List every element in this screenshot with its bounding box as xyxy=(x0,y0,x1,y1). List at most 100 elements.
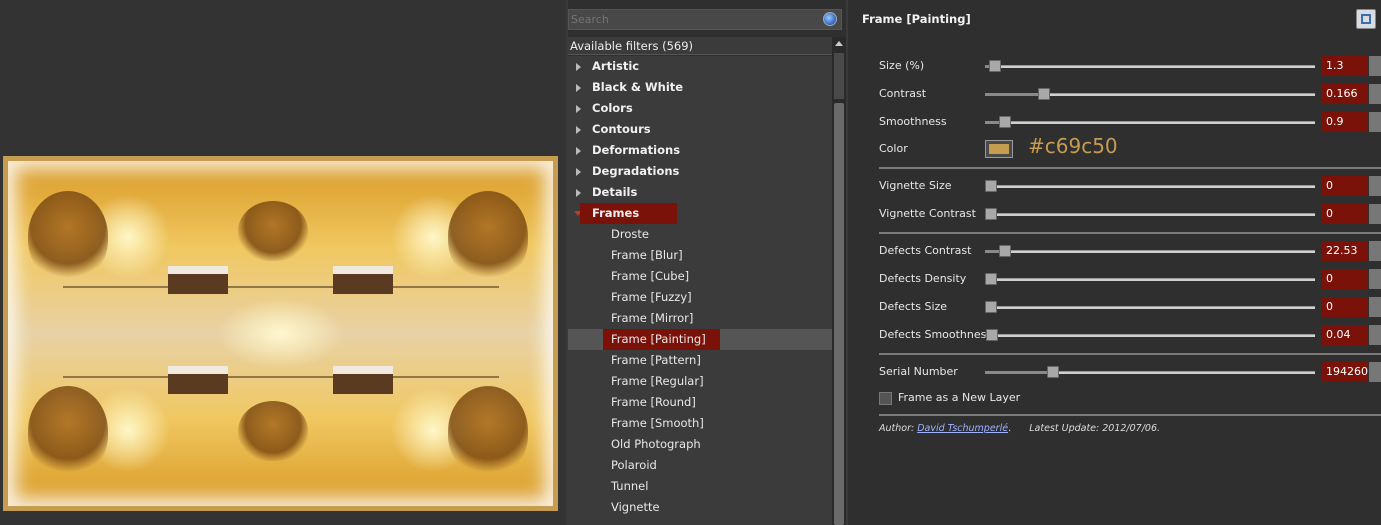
contrast-value-field[interactable]: 0.166 xyxy=(1322,84,1368,104)
size-value-field[interactable]: 1.3 xyxy=(1322,56,1368,76)
spinbox-arrows-icon[interactable] xyxy=(1369,84,1381,104)
param-color: Color #c69c50 xyxy=(848,134,1381,160)
preview-image xyxy=(8,161,553,506)
size-slider[interactable] xyxy=(985,60,1315,72)
smoothness-value-field[interactable]: 0.9 xyxy=(1322,112,1368,132)
slider-handle[interactable] xyxy=(985,180,997,192)
triangle-right-icon[interactable] xyxy=(576,63,581,71)
slider-handle[interactable] xyxy=(999,245,1011,257)
scrollbar-thumb[interactable] xyxy=(834,103,844,525)
filter-title: Frame [Painting] xyxy=(862,12,971,26)
filter-item-frame-cube[interactable]: Frame [Cube] xyxy=(568,266,832,287)
spinbox-arrows-icon[interactable] xyxy=(1369,204,1381,224)
defects-size-slider[interactable] xyxy=(985,301,1315,313)
category-degradations[interactable]: Degradations xyxy=(568,161,832,182)
filter-item-frame-painting[interactable]: Frame [Painting] xyxy=(568,329,832,350)
param-label: Serial Number xyxy=(879,365,958,378)
filters-list-header[interactable]: Available filters (569) xyxy=(568,37,832,55)
filter-item-frame-blur[interactable]: Frame [Blur] xyxy=(568,245,832,266)
filter-item-tunnel[interactable]: Tunnel xyxy=(568,476,832,497)
category-colors[interactable]: Colors xyxy=(568,98,832,119)
serial-number-slider[interactable] xyxy=(985,366,1315,378)
vignette-size-slider[interactable] xyxy=(985,180,1315,192)
triangle-right-icon[interactable] xyxy=(576,147,581,155)
filter-item-droste[interactable]: Droste xyxy=(568,224,832,245)
preview-image-frame xyxy=(3,156,558,511)
separator xyxy=(879,167,1381,169)
category-frames[interactable]: Frames xyxy=(568,203,832,224)
spinbox-arrows-icon[interactable] xyxy=(1369,56,1381,76)
defects-smoothness-slider[interactable] xyxy=(985,329,1315,341)
filter-item-frame-fuzzy[interactable]: Frame [Fuzzy] xyxy=(568,287,832,308)
category-details[interactable]: Details xyxy=(568,182,832,203)
search-box xyxy=(568,9,842,30)
triangle-right-icon[interactable] xyxy=(576,168,581,176)
category-contours[interactable]: Contours xyxy=(568,119,832,140)
spinbox-arrows-icon[interactable] xyxy=(1369,362,1381,382)
scroll-up-arrow-icon[interactable] xyxy=(834,39,844,49)
param-label: Defects Size xyxy=(879,300,948,313)
triangle-right-icon[interactable] xyxy=(576,126,581,134)
defects-size-value-field[interactable]: 0 xyxy=(1322,297,1368,317)
search-input[interactable] xyxy=(569,10,819,29)
spinbox-arrows-icon[interactable] xyxy=(1369,269,1381,289)
param-label: Vignette Contrast xyxy=(879,207,976,220)
slider-handle[interactable] xyxy=(985,273,997,285)
spinbox-arrows-icon[interactable] xyxy=(1369,325,1381,345)
param-label: Contrast xyxy=(879,87,927,100)
spinbox-arrows-icon[interactable] xyxy=(1369,176,1381,196)
filter-item-polaroid[interactable]: Polaroid xyxy=(568,455,832,476)
slider-handle[interactable] xyxy=(985,208,997,220)
update-label: Latest Update: xyxy=(1029,423,1100,434)
filter-item-frame-regular[interactable]: Frame [Regular] xyxy=(568,371,832,392)
filter-item-frame-smooth[interactable]: Frame [Smooth] xyxy=(568,413,832,434)
slider-handle[interactable] xyxy=(1047,366,1059,378)
filters-panel: Available filters (569) Artistic Black &… xyxy=(568,0,846,525)
defects-contrast-slider[interactable] xyxy=(985,245,1315,257)
preview-pane xyxy=(0,0,566,525)
filter-item-frame-pattern[interactable]: Frame [Pattern] xyxy=(568,350,832,371)
vignette-size-value-field[interactable]: 0 xyxy=(1322,176,1368,196)
category-black-white[interactable]: Black & White xyxy=(568,77,832,98)
slider-handle[interactable] xyxy=(999,116,1011,128)
window-restore-button[interactable] xyxy=(1356,9,1376,29)
color-hex-value: #c69c50 xyxy=(1028,134,1118,158)
serial-number-value-field[interactable]: 194260 xyxy=(1322,362,1368,382)
category-artistic[interactable]: Artistic xyxy=(568,56,832,77)
defects-density-slider[interactable] xyxy=(985,273,1315,285)
author-link[interactable]: David Tschumperlé xyxy=(917,423,1008,434)
spinbox-arrows-icon[interactable] xyxy=(1369,241,1381,261)
filter-item-vignette[interactable]: Vignette xyxy=(568,497,832,518)
slider-handle[interactable] xyxy=(989,60,1001,72)
defects-density-value-field[interactable]: 0 xyxy=(1322,269,1368,289)
search-icon[interactable] xyxy=(823,12,837,26)
new-layer-checkbox[interactable] xyxy=(879,392,892,405)
filters-scrollbar[interactable] xyxy=(832,37,846,525)
param-serial-number: Serial Number 194260 xyxy=(848,361,1381,383)
new-layer-label: Frame as a New Layer xyxy=(898,391,1021,404)
defects-smoothness-value-field[interactable]: 0.04 xyxy=(1322,325,1368,345)
filter-item-frame-round[interactable]: Frame [Round] xyxy=(568,392,832,413)
scrollbar-track[interactable] xyxy=(834,53,844,99)
slider-handle[interactable] xyxy=(1038,88,1050,100)
param-label: Smoothness xyxy=(879,115,947,128)
triangle-right-icon[interactable] xyxy=(576,84,581,92)
author-info: Author: David Tschumperlé. Latest Update… xyxy=(879,423,1160,434)
triangle-right-icon[interactable] xyxy=(576,105,581,113)
spinbox-arrows-icon[interactable] xyxy=(1369,297,1381,317)
contrast-slider[interactable] xyxy=(985,88,1315,100)
vignette-contrast-value-field[interactable]: 0 xyxy=(1322,204,1368,224)
spinbox-arrows-icon[interactable] xyxy=(1369,112,1381,132)
filter-item-frame-mirror[interactable]: Frame [Mirror] xyxy=(568,308,832,329)
vignette-contrast-slider[interactable] xyxy=(985,208,1315,220)
filter-item-old-photograph[interactable]: Old Photograph xyxy=(568,434,832,455)
param-label: Defects Smoothness xyxy=(879,328,993,341)
slider-handle[interactable] xyxy=(985,301,997,313)
color-swatch-button[interactable] xyxy=(985,140,1013,158)
defects-contrast-value-field[interactable]: 22.53 xyxy=(1322,241,1368,261)
category-deformations[interactable]: Deformations xyxy=(568,140,832,161)
smoothness-slider[interactable] xyxy=(985,116,1315,128)
slider-handle[interactable] xyxy=(986,329,998,341)
param-defects-density: Defects Density 0 xyxy=(848,268,1381,290)
triangle-right-icon[interactable] xyxy=(576,189,581,197)
